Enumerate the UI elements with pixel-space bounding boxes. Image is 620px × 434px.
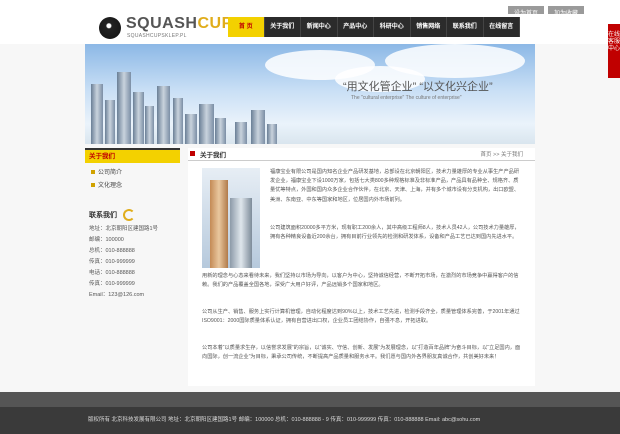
bullet-icon xyxy=(91,169,95,174)
nav-products[interactable]: 产品中心 xyxy=(338,17,374,37)
logo-name-a: SQUASH xyxy=(126,15,198,32)
building-photo xyxy=(202,168,260,268)
sidebar-item-culture[interactable]: 文化理念 xyxy=(91,180,180,189)
bullet-icon xyxy=(91,182,95,187)
management-paragraph: 公司从生产、销售、服务上实行计算机管理，自动化程度达到90%以上，技术工艺先进，… xyxy=(202,309,520,325)
banner-slogan: “用文化管企业” “以文化兴企业” xyxy=(343,81,493,93)
contact-line: 邮编：100000 xyxy=(89,237,124,243)
building-shape xyxy=(251,110,265,144)
breadcrumb[interactable]: 首页 >> 关于我们 xyxy=(481,150,523,158)
building-shape xyxy=(173,98,183,144)
building-shape xyxy=(267,124,277,144)
nav-research[interactable]: 科研中心 xyxy=(374,17,411,37)
content-title-bar: 关于我们 首页 >> 关于我们 xyxy=(188,148,535,161)
contact-line: 传真：010-999999 xyxy=(89,281,135,287)
main-nav: 首 页 关于我们 新闻中心 产品中心 科研中心 销售网络 联系我们 在线留言 xyxy=(228,17,520,37)
logo-tagline: SQUASHCUPSKLEP.PL xyxy=(127,33,187,39)
swoosh-icon xyxy=(123,209,135,221)
building-shape xyxy=(105,100,115,144)
logo-name: SQUASHCUP xyxy=(126,15,233,33)
philosophy-paragraph: 用新的理念与心态来看待未来，我们坚持以市场为导向，以客户为中心，坚持诚信经营，不… xyxy=(202,273,519,289)
online-service-tab[interactable]: 在线客服中心 xyxy=(608,24,620,78)
nav-news[interactable]: 新闻中心 xyxy=(301,17,338,37)
building-shape xyxy=(215,118,226,144)
tower-shape xyxy=(230,198,252,268)
nav-sales[interactable]: 销售网络 xyxy=(411,17,447,37)
building-shape xyxy=(185,114,197,144)
sidebar-item-label: 文化理念 xyxy=(98,183,123,189)
building-shape xyxy=(91,84,103,144)
contact-line: 电话：010-888888 xyxy=(89,270,135,276)
sidebar-item-label: 公司简介 xyxy=(98,170,123,176)
banner: “用文化管企业” “以文化兴企业” The "cultural enterpri… xyxy=(85,44,535,144)
footer-strip xyxy=(0,392,620,407)
sidebar-item-profile[interactable]: 公司简介 xyxy=(91,167,180,176)
building-shape xyxy=(117,72,131,144)
banner-slogan-english: The "cultural enterprise" The culture of… xyxy=(351,95,462,101)
squash-ball-icon xyxy=(99,17,121,39)
building-shape xyxy=(199,104,214,144)
mission-paragraph: 公司本着“以质量求生存，以信誉求发展”的宗旨，以“诚实、守信、创新、发展”为发展… xyxy=(202,345,521,361)
footer-text: 版权所有 北京科技发展有限公司 地址：北京朝阳区建国路1号 邮编：100000 … xyxy=(88,417,481,423)
scale-paragraph: 公司建筑面积20000多平方米，现有职工200余人，其中高级工程师8人，技术人员… xyxy=(270,225,520,241)
contact-line: 地址：北京朝阳区建国路1号 xyxy=(89,226,159,232)
contact-title: 联系我们 xyxy=(89,209,180,221)
building-shape xyxy=(145,106,154,144)
building-shape xyxy=(157,86,170,144)
nav-home[interactable]: 首 页 xyxy=(228,17,265,37)
contact-title-label: 联系我们 xyxy=(89,212,117,219)
main-content: 关于我们 首页 >> 关于我们 福康宝业有限公司是国内知名企业产品研发基地，总部… xyxy=(188,148,535,386)
building-shape xyxy=(133,92,144,144)
nav-about[interactable]: 关于我们 xyxy=(265,17,301,37)
tower-shape xyxy=(210,180,228,268)
footer: 版权所有 北京科技发展有限公司 地址：北京朝阳区建国路1号 邮编：100000 … xyxy=(0,407,620,434)
contact-line: 传真：010-999999 xyxy=(89,259,135,265)
page-title: 关于我们 xyxy=(200,152,226,159)
title-square-icon xyxy=(190,151,195,156)
sidebar: 关于我们 公司简介 文化理念 联系我们 地址：北京朝阳区建国路1号 邮编：100… xyxy=(85,148,180,388)
nav-guestbook[interactable]: 在线留言 xyxy=(484,17,520,37)
building-shape xyxy=(235,122,247,144)
site-logo[interactable]: SQUASHCUP SQUASHCUPSKLEP.PL xyxy=(99,15,239,44)
contact-line: Email：123@126.com xyxy=(89,292,145,298)
contact-line: 总机：010-888888 xyxy=(89,248,135,254)
nav-contact[interactable]: 联系我们 xyxy=(447,17,484,37)
sidebar-title: 关于我们 xyxy=(85,148,180,163)
intro-paragraph: 福康宝业有限公司是国内知名企业产品研发基地，总部设在北京朝阳区，技术力量雄厚的专… xyxy=(270,169,520,203)
